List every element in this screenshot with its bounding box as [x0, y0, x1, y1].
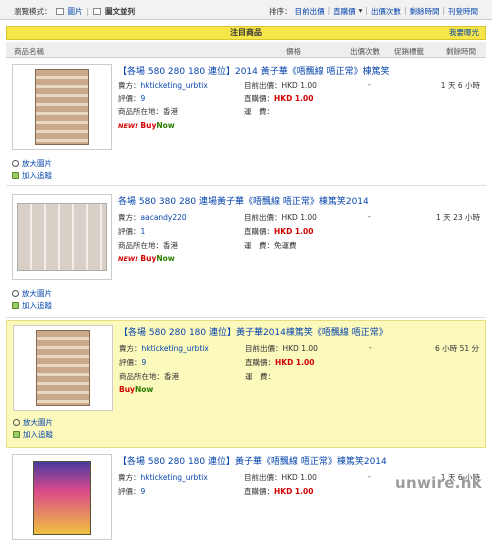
rating-link[interactable]: 1: [141, 227, 146, 236]
magnifier-icon: [12, 290, 19, 297]
listing-thumbnail[interactable]: [12, 194, 112, 280]
shipping-field: 運 費：: [245, 372, 275, 381]
sort-current-bid[interactable]: 目前出價: [295, 6, 325, 17]
time-left: 6 小時 51 分: [435, 344, 479, 353]
seller-link[interactable]: aacandy220: [141, 213, 187, 222]
seller-link[interactable]: hkticketing_urbtix: [142, 344, 209, 353]
listing-item: 各場 580 380 280 連場黃子華《唔飄線 唔正常》棟篤笑2014 賣方：…: [6, 190, 486, 318]
col-name: 商品名稱: [14, 47, 44, 56]
sort-group: 排序： 目前出價 | 直購價 ▾ | 出價次數 | 剩餘時間 | 刊登時間: [269, 6, 478, 17]
add-watch-action[interactable]: 加入追蹤: [12, 300, 52, 311]
rating-link[interactable]: 9: [141, 487, 146, 496]
current-bid-field: 目前出價：HKD 1.00: [245, 344, 318, 353]
sort-arrow-icon: ▾: [358, 6, 363, 15]
sort-label: 排序：: [269, 7, 292, 16]
featured-title: 注目商品: [230, 28, 262, 37]
sort-bids[interactable]: 出價次數: [371, 6, 401, 17]
poster-photo: [33, 461, 91, 535]
enlarge-image-action[interactable]: 放大圖片: [12, 158, 52, 169]
listing-title[interactable]: 【各場 580 280 180 連位】黃子華2014棟篤笑《唔飄線 唔正常》: [119, 325, 388, 338]
listing-item: 【各場 580 280 180 連位】2014 黃子華《唔飄線 唔正常》棟篤笑 …: [6, 60, 486, 186]
add-watch-action[interactable]: 加入追蹤: [13, 429, 53, 440]
watermark-logo: unwire.hk: [395, 474, 482, 492]
time-left: 1 天 6 小時: [440, 81, 480, 90]
rating-link[interactable]: 9: [141, 94, 146, 103]
view-list-link[interactable]: 圖文並列: [105, 6, 135, 17]
col-promo: 促銷標籤: [394, 47, 424, 56]
view-sort-toolbar: 瀏覽模式： 圖片 | 圖文並列 排序： 目前出價 | 直購價 ▾ | 出價次數 …: [0, 0, 492, 20]
shipping-field: 運 費：免運費: [244, 241, 297, 250]
add-watch-icon: [12, 302, 19, 309]
featured-banner: 注目商品 我要曝光: [6, 26, 486, 40]
sort-buy-price[interactable]: 直購價: [333, 6, 356, 17]
bid-count: -: [368, 212, 371, 221]
ticket-photo: [17, 203, 107, 271]
current-bid-field: 目前出價：HKD 1.00: [244, 213, 317, 222]
seller-link[interactable]: hkticketing_urbtix: [141, 81, 208, 90]
buynow-badge[interactable]: NEW! BuyNow: [118, 121, 175, 130]
buy-price-field: 直購價：HKD 1.00: [244, 487, 314, 496]
col-time: 剩餘時間: [446, 47, 476, 56]
column-headers: 商品名稱 價格 出價次數 促銷標籤 剩餘時間: [6, 42, 486, 58]
current-bid-field: 目前出價：HKD 1.00: [244, 81, 317, 90]
location-field: 商品所在地：香港: [119, 372, 179, 381]
add-watch-icon: [12, 172, 19, 179]
view-image-link[interactable]: 圖片: [68, 6, 83, 17]
view-mode-group: 瀏覽模式： 圖片 | 圖文並列: [14, 6, 136, 17]
enlarge-image-action[interactable]: 放大圖片: [12, 288, 52, 299]
listing-thumbnail[interactable]: [12, 64, 112, 150]
expose-link[interactable]: 我要曝光: [449, 27, 479, 39]
add-watch-action[interactable]: 加入追蹤: [12, 170, 52, 181]
magnifier-icon: [12, 160, 19, 167]
col-price: 價格: [286, 47, 301, 56]
location-field: 商品所在地：香港: [118, 107, 178, 116]
rating-link[interactable]: 9: [142, 358, 147, 367]
sort-time-left[interactable]: 剩餘時間: [409, 6, 439, 17]
listing-title[interactable]: 【各場 580 280 180 連位】黃子華《唔飄線 唔正常》棟篤笑2014: [118, 454, 387, 467]
listing-thumbnail[interactable]: [13, 325, 113, 411]
bid-count: -: [368, 80, 371, 89]
buynow-badge[interactable]: BuyNow: [119, 385, 153, 394]
list-view-icon[interactable]: [93, 8, 102, 15]
listing-thumbnail[interactable]: [12, 454, 112, 540]
bid-count: -: [368, 472, 371, 481]
buy-price-field: 直購價：HKD 1.00: [244, 227, 314, 236]
buy-price-field: 直購價：HKD 1.00: [244, 94, 314, 103]
buynow-badge[interactable]: NEW! BuyNow: [118, 254, 175, 263]
shipping-field: 運 費：: [244, 107, 274, 116]
buy-price-field: 直購價：HKD 1.00: [245, 358, 315, 367]
col-bids: 出價次數: [350, 47, 380, 56]
current-bid-field: 目前出價：HKD 1.00: [244, 473, 317, 482]
enlarge-image-action[interactable]: 放大圖片: [13, 417, 53, 428]
time-left: 1 天 23 小時: [436, 213, 480, 222]
add-watch-icon: [13, 431, 20, 438]
listing-title[interactable]: 各場 580 380 280 連場黃子華《唔飄線 唔正常》棟篤笑2014: [118, 194, 369, 207]
magnifier-icon: [13, 419, 20, 426]
sort-listed-time[interactable]: 刊登時間: [448, 6, 478, 17]
listing-title[interactable]: 【各場 580 280 180 連位】2014 黃子華《唔飄線 唔正常》棟篤笑: [118, 64, 390, 77]
ticket-photo: [36, 330, 90, 406]
ticket-photo: [35, 69, 89, 145]
location-field: 商品所在地：香港: [118, 241, 178, 250]
listing-item-highlighted: 【各場 580 280 180 連位】黃子華2014棟篤笑《唔飄線 唔正常》 賣…: [6, 320, 486, 448]
grid-view-icon[interactable]: [55, 8, 64, 15]
bid-count: -: [369, 343, 372, 352]
seller-link[interactable]: hkticketing_urbtix: [141, 473, 208, 482]
view-mode-label: 瀏覽模式：: [14, 7, 52, 16]
